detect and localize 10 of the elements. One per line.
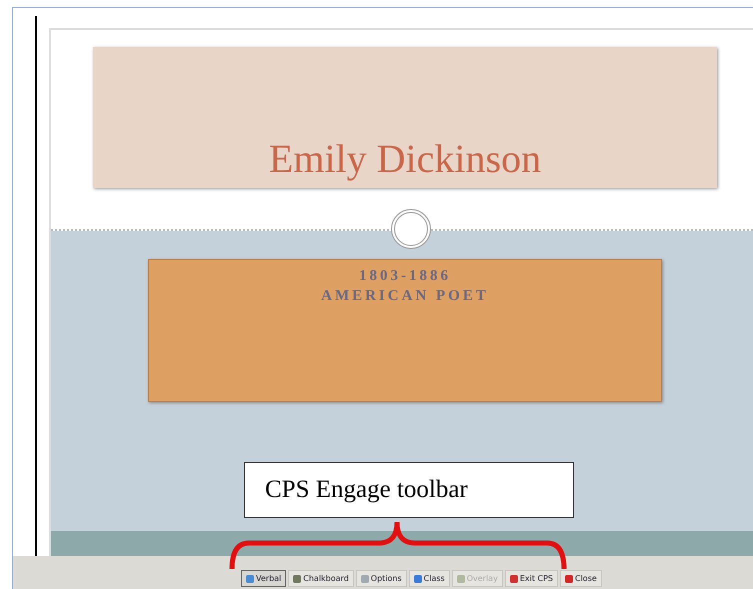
toolbar-button[interactable]: Verbal bbox=[241, 570, 286, 587]
toolbar-button[interactable]: Options bbox=[356, 570, 407, 587]
callout-label: CPS Engage toolbar bbox=[244, 462, 574, 518]
subtitle-text: AMERICAN POET bbox=[321, 288, 489, 305]
toolbar-button[interactable]: Class bbox=[408, 570, 450, 587]
toolbar-button[interactable]: Close bbox=[560, 570, 602, 587]
slide-title: Emily Dickinson bbox=[268, 135, 542, 182]
subtitle-text: 1803-1886 bbox=[359, 268, 451, 285]
toolbar-button[interactable]: Chalkboard bbox=[288, 570, 354, 587]
toolbar-button[interactable]: Exit CPS bbox=[504, 570, 558, 587]
